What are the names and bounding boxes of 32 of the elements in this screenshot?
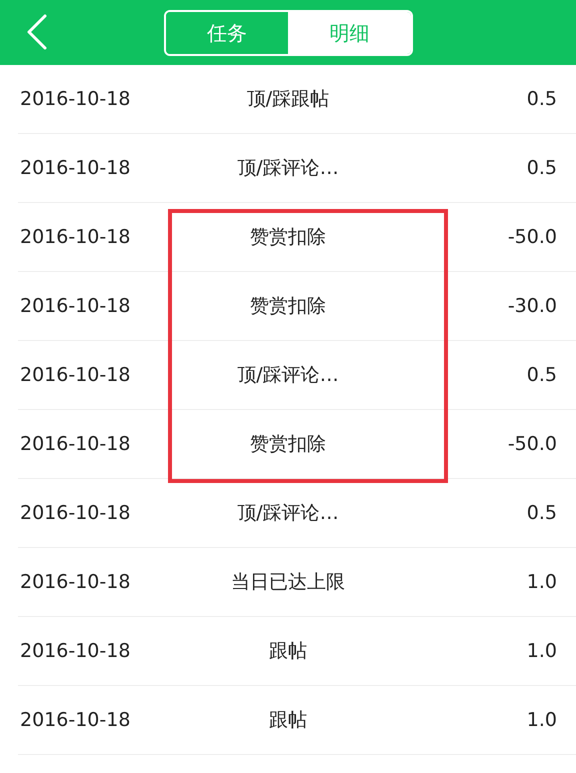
item-text: 顶/踩评论…	[236, 501, 340, 526]
item-text: 顶/踩跟帖	[246, 87, 330, 112]
item-text: 顶/踩评论…	[236, 156, 340, 182]
item-text: 当日已达上限	[230, 570, 346, 596]
item-text: 跟帖	[268, 708, 308, 734]
amount-text: 0.5	[526, 87, 557, 112]
date-text: 2016-10-18	[20, 501, 132, 526]
date-text: 2016-10-18	[20, 708, 132, 734]
amount-text: 0.5	[526, 363, 557, 388]
date-text: 2016-10-18	[20, 432, 132, 458]
date-text: 2016-10-18	[20, 363, 132, 388]
item-text: 赞赏扣除	[249, 294, 327, 320]
amount-text: -30.0	[508, 294, 557, 320]
amount-text: 0.5	[526, 501, 557, 526]
item-text: 赞赏扣除	[249, 225, 327, 250]
amount-text: 0.5	[526, 156, 557, 182]
amount-text: 1.0	[526, 639, 557, 664]
item-text: 跟帖	[268, 639, 308, 664]
tab[interactable]: 明细	[288, 12, 410, 54]
item-text: 赞赏扣除	[249, 432, 327, 458]
item-text: 顶/踩评论…	[236, 363, 340, 388]
amount-text: 1.0	[526, 708, 557, 734]
date-text: 2016-10-18	[20, 570, 132, 596]
amount-text: 1.0	[526, 570, 557, 596]
back-chevron-icon	[26, 14, 48, 50]
amount-text: -50.0	[508, 432, 557, 458]
date-text: 2016-10-18	[20, 639, 132, 664]
date-text: 2016-10-18	[20, 225, 132, 250]
amount-text: -50.0	[508, 225, 557, 250]
date-text: 2016-10-18	[20, 87, 132, 112]
date-text: 2016-10-18	[20, 294, 132, 320]
date-text: 2016-10-18	[20, 156, 132, 182]
